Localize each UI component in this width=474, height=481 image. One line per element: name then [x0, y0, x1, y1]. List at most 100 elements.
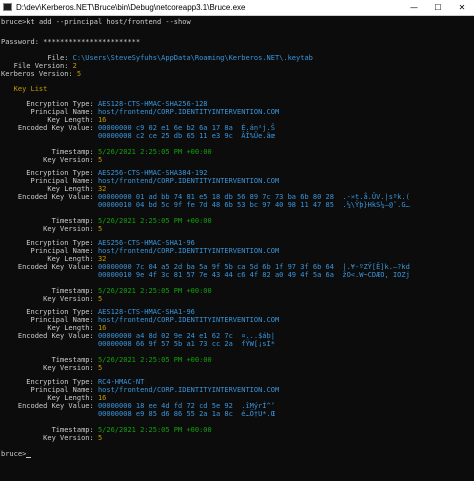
encoded-key-label: Encoded Key Value: [1, 332, 98, 340]
encoded-key-value: 00000010 9e 4f 3c 81 57 7e 43 44 c6 4f 8… [97, 271, 410, 279]
final-prompt-line: bruce> [1, 450, 32, 459]
encoded-key-label: Encoded Key Value: [1, 402, 98, 410]
key-entry-line: Key Version: 5 [1, 364, 102, 373]
encoded-key-line: 00000008 c2 ce 25 db 65 11 e3 9c ÂÎ%Ûe.ã… [1, 132, 275, 141]
encoded-key-label [1, 340, 98, 348]
encoded-key-line: 00000008 e9 85 d6 86 55 2a 1a 8c é…Ö†U*.… [1, 410, 275, 419]
encryption-type-label: Encryption Type: [1, 239, 98, 247]
console-output[interactable]: bruce>kt add --principal host/frontend -… [0, 16, 474, 481]
text-cursor [26, 457, 32, 458]
timestamp-label: Timestamp: [1, 426, 98, 434]
key-length-label: Key Length: [1, 116, 98, 124]
encoded-key-line: 00000010 04 bd 5c 9f fe 7d 48 6b 53 bc 9… [1, 201, 410, 210]
console-window: D:\dev\Kerberos.NET\Bruce\bin\Debug\netc… [0, 0, 474, 481]
prompt: bruce> [1, 18, 27, 26]
key-version-label: Key Version: [1, 364, 98, 372]
key-entry-line: Key Version: 5 [1, 295, 102, 304]
encoded-key-line: 00000008 66 9f 57 5b a1 73 cc 2a fŸW[¡sÌ… [1, 340, 275, 349]
encoded-key-value: 00000008 66 9f 57 5b a1 73 cc 2a fŸW[¡sÌ… [97, 340, 275, 348]
encryption-type-label: Encryption Type: [1, 100, 98, 108]
encryption-type-value: AES128-CTS-HMAC-SHA1-96 [97, 308, 195, 316]
encoded-key-label [1, 410, 98, 418]
command-text: kt add --principal host/frontend --show [26, 18, 191, 26]
key-entry-line: Key Version: 5 [1, 434, 102, 443]
window-title: D:\dev\Kerberos.NET\Bruce\bin\Debug\netc… [16, 3, 246, 12]
encryption-type-label: Encryption Type: [1, 169, 98, 177]
file-label: File: [1, 54, 73, 62]
password-label: Password: [1, 38, 44, 46]
timestamp-value: 5/26/2021 2:25:05 PM +00:00 [97, 148, 212, 156]
key-length-value: 32 [97, 185, 107, 193]
encoded-key-value: 00000000 a4 8d 02 9e 24 e1 62 7c ¤...$áb… [97, 332, 275, 340]
key-length-label: Key Length: [1, 185, 98, 193]
encoded-key-label [1, 271, 98, 279]
encoded-key-label [1, 132, 98, 140]
kerberos-version-value: 5 [76, 70, 82, 78]
principal-name-label: Principal Name: [1, 108, 98, 116]
timestamp-label: Timestamp: [1, 356, 98, 364]
key-version-label: Key Version: [1, 295, 98, 303]
encoded-key-value: 00000010 04 bd 5c 9f fe 7d 48 6b 53 bc 9… [97, 201, 410, 209]
principal-name-value: host/frontend/CORP.IDENTITYINTERVENTION.… [97, 108, 280, 116]
principal-name-label: Principal Name: [1, 386, 98, 394]
key-version-value: 5 [97, 434, 103, 442]
principal-name-label: Principal Name: [1, 177, 98, 185]
encryption-type-label: Encryption Type: [1, 378, 98, 386]
encryption-type-value: AES256-CTS-HMAC-SHA1-96 [97, 239, 195, 247]
key-length-value: 16 [97, 324, 107, 332]
key-version-value: 5 [97, 364, 103, 372]
key-entry-line: Key Version: 5 [1, 225, 102, 234]
encryption-type-value: RC4-HMAC-NT [97, 378, 145, 386]
key-version-value: 5 [97, 225, 103, 233]
file-version-label: File Version: [1, 62, 73, 70]
encryption-type-value: AES128-CTS-HMAC-SHA256-128 [97, 100, 208, 108]
key-version-value: 5 [97, 156, 103, 164]
password-mask: *********************** [43, 38, 141, 46]
key-version-label: Key Version: [1, 434, 98, 442]
key-length-label: Key Length: [1, 255, 98, 263]
command-line: bruce>kt add --principal host/frontend -… [1, 18, 191, 27]
principal-name-value: host/frontend/CORP.IDENTITYINTERVENTION.… [97, 386, 280, 394]
encoded-key-label: Encoded Key Value: [1, 193, 98, 201]
encoded-key-value: 00000000 7c 04 a5 2d ba 5a 9f 5b ca 5d 6… [97, 263, 410, 271]
encoded-key-value: 00000000 c9 02 e1 6e b2 6a 17 8a É.án²j.… [97, 124, 275, 132]
maximize-button[interactable]: ☐ [426, 0, 450, 15]
key-version-label: Key Version: [1, 225, 98, 233]
key-version-label: Key Version: [1, 156, 98, 164]
timestamp-label: Timestamp: [1, 148, 98, 156]
encoded-key-value: 00000008 e9 85 d6 86 55 2a 1a 8c é…Ö†U*.… [97, 410, 275, 418]
final-prompt: bruce> [1, 450, 27, 458]
encryption-type-value: AES256-CTS-HMAC-SHA384-192 [97, 169, 208, 177]
key-entry-line: Key Version: 5 [1, 156, 102, 165]
principal-name-value: host/frontend/CORP.IDENTITYINTERVENTION.… [97, 316, 280, 324]
close-button[interactable]: ✕ [450, 0, 474, 15]
key-version-value: 5 [97, 295, 103, 303]
minimize-button[interactable]: — [402, 0, 426, 15]
timestamp-label: Timestamp: [1, 217, 98, 225]
key-length-value: 32 [97, 255, 107, 263]
title-bar[interactable]: D:\dev\Kerberos.NET\Bruce\bin\Debug\netc… [0, 0, 474, 16]
key-list-header: Key List [1, 85, 48, 93]
timestamp-value: 5/26/2021 2:25:05 PM +00:00 [97, 426, 212, 434]
principal-name-value: host/frontend/CORP.IDENTITYINTERVENTION.… [97, 247, 280, 255]
encoded-key-line: 00000010 9e 4f 3c 81 57 7e 43 44 c6 4f 8… [1, 271, 410, 280]
principal-name-label: Principal Name: [1, 316, 98, 324]
kerberos-version-label: Kerberos Version: [1, 70, 77, 78]
file-version-value: 2 [72, 62, 77, 70]
encoded-key-value: 00000000 18 ee 4d fd 72 cd 5e 92 .îMýrÍ^… [97, 402, 275, 410]
encoded-key-label: Encoded Key Value: [1, 263, 98, 271]
password-line: Password: *********************** [1, 38, 140, 47]
key-length-value: 16 [97, 394, 107, 402]
timestamp-value: 5/26/2021 2:25:05 PM +00:00 [97, 356, 212, 364]
key-length-label: Key Length: [1, 394, 98, 402]
encoded-key-label: Encoded Key Value: [1, 124, 98, 132]
key-length-value: 16 [97, 116, 107, 124]
kerberos-version-line: Kerberos Version: 5 [1, 70, 81, 79]
key-length-label: Key Length: [1, 324, 98, 332]
encoded-key-label [1, 201, 98, 209]
encoded-key-value: 00000008 c2 ce 25 db 65 11 e3 9c ÂÎ%Ûe.ã… [97, 132, 275, 140]
principal-name-label: Principal Name: [1, 247, 98, 255]
timestamp-label: Timestamp: [1, 287, 98, 295]
encoded-key-value: 00000000 01 ad bb 74 81 e5 18 db 56 89 7… [97, 193, 410, 201]
encryption-type-label: Encryption Type: [1, 308, 98, 316]
